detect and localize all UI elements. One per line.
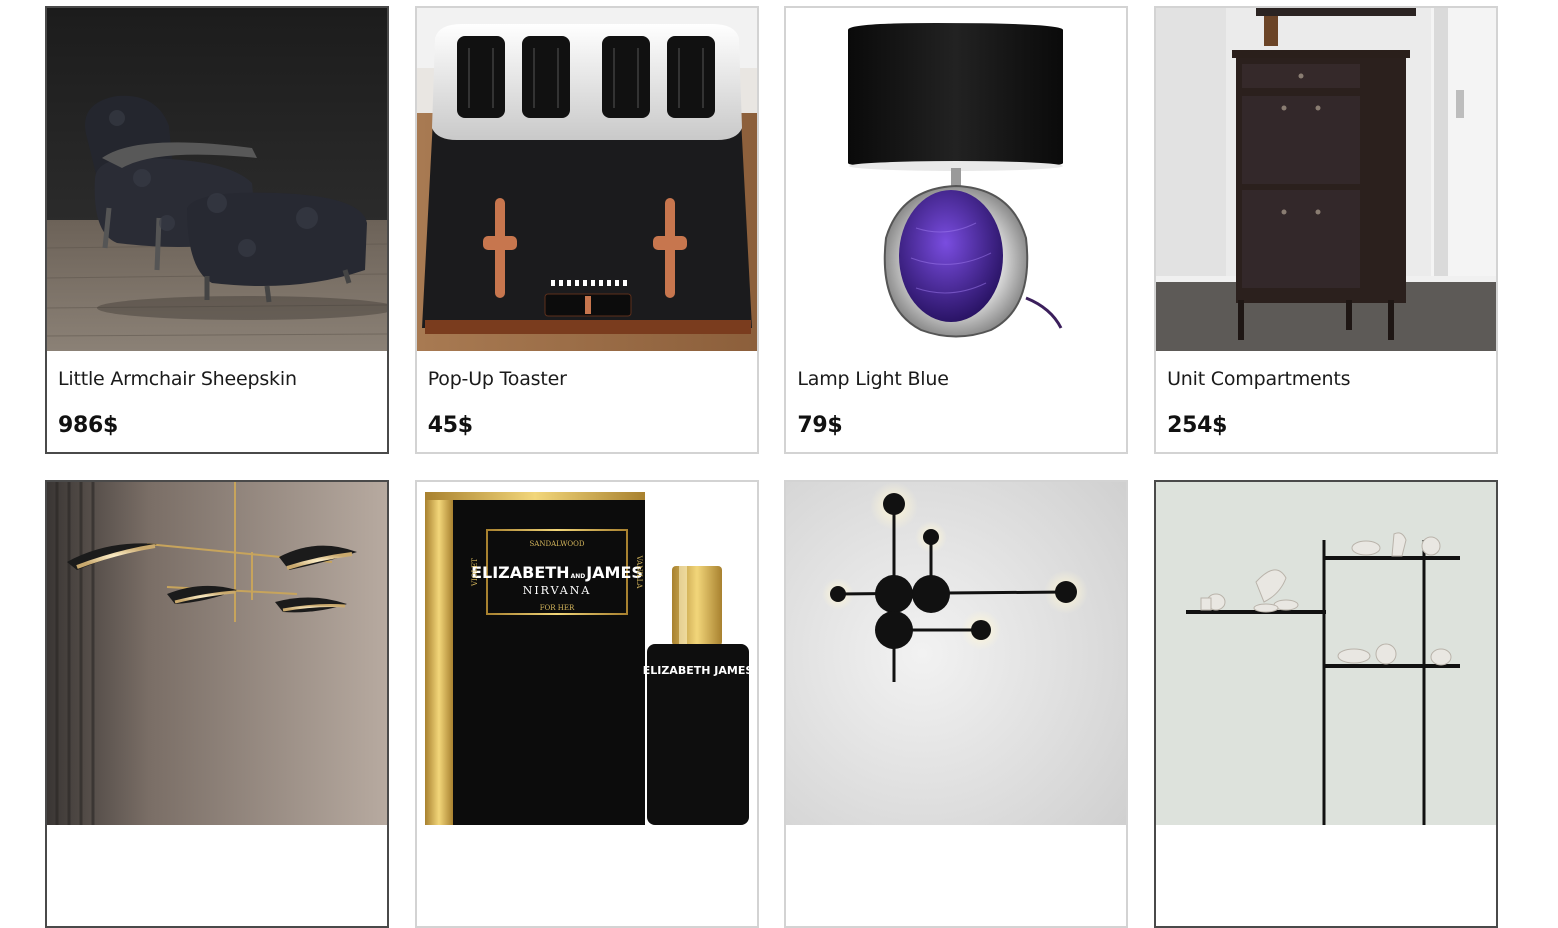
chandelier-image[interactable]: [47, 482, 387, 825]
product-price: 45$: [427, 413, 473, 438]
shoe-cabinet-image[interactable]: [1156, 8, 1497, 351]
product-name[interactable]: Lamp Light Blue: [797, 351, 1115, 391]
product-card[interactable]: Unit Compartments 254$: [1154, 6, 1499, 454]
product-price: 986$: [58, 413, 119, 438]
product-card[interactable]: Lamp Light Blue 79$: [784, 6, 1129, 454]
product-price: 79$: [797, 413, 843, 438]
perfume-right-text: VANILLA: [635, 555, 643, 590]
product-card[interactable]: [1154, 480, 1499, 928]
product-card[interactable]: Pop-Up Toaster 45$: [414, 6, 759, 454]
perfume-brand-amp-text: AND: [570, 573, 585, 580]
perfume-top-text: SANDALWOOD: [529, 540, 584, 548]
perfume-bottom-text: FOR HER: [539, 604, 574, 612]
perfume-line-text: NIRVANA: [522, 584, 591, 597]
perfume-brand-2-text: JAMES: [585, 563, 643, 582]
product-name[interactable]: Pop-Up Toaster: [428, 351, 746, 391]
product-card[interactable]: SANDALWOOD ELIZABETHANDJAMES NIRVANA FOR…: [414, 480, 759, 928]
wall-lamp-image[interactable]: [786, 482, 1127, 825]
sheepskin-armchair-image[interactable]: [47, 8, 387, 351]
perfume-left-text: VIOLET: [471, 558, 479, 587]
product-info: Unit Compartments 254$: [1156, 351, 1496, 450]
product-info: Little Armchair Sheepskin 986$: [47, 351, 387, 450]
product-grid: Little Armchair Sheepskin 986$ Pop-Up To…: [45, 6, 1499, 928]
product-name[interactable]: Unit Compartments: [1167, 351, 1485, 391]
product-price: 254$: [1167, 413, 1228, 438]
product-card[interactable]: Little Armchair Sheepskin 986$: [45, 6, 389, 454]
table-lamp-image[interactable]: [786, 8, 1127, 351]
product-name[interactable]: Little Armchair Sheepskin: [58, 351, 376, 391]
product-card[interactable]: [784, 480, 1129, 928]
perfume-brand-text: ELIZABETH: [471, 563, 570, 582]
product-info: Lamp Light Blue 79$: [786, 351, 1126, 450]
product-info: Pop-Up Toaster 45$: [417, 351, 757, 450]
svg-text:ELIZABETHANDJAMES: ELIZABETHANDJAMES: [471, 563, 643, 582]
perfume-bottle-text: ELIZABETH JAMES: [642, 664, 753, 677]
wall-shelf-image[interactable]: [1156, 482, 1497, 825]
toaster-image[interactable]: [416, 8, 757, 351]
product-card[interactable]: [45, 480, 389, 928]
perfume-image[interactable]: SANDALWOOD ELIZABETHANDJAMES NIRVANA FOR…: [416, 482, 757, 825]
